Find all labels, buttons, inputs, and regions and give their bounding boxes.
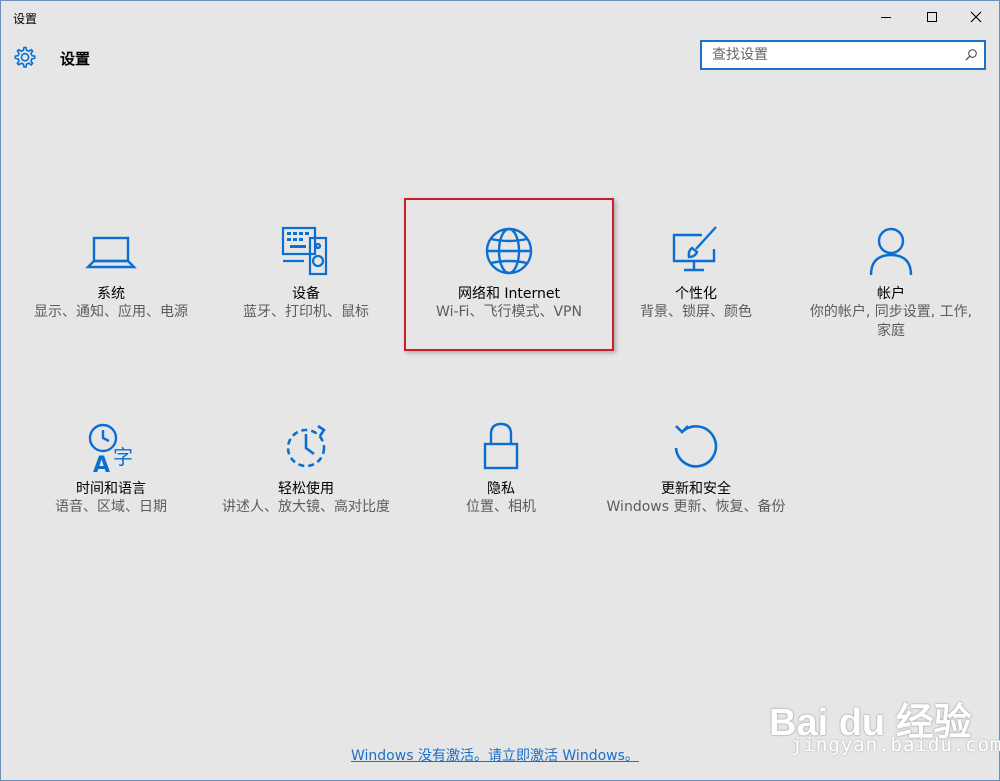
time-language-icon: A 字 [88, 423, 133, 476]
page-title: 设置 [60, 50, 91, 68]
tile-system-name: 系统 [97, 286, 125, 302]
tile-network-name: 网络和 Internet [457, 286, 561, 302]
window-title: 设置 [13, 12, 38, 26]
tile-system[interactable]: 系统 显示、通知、应用、电源 [21, 221, 201, 322]
tile-network[interactable]: 网络和 Internet Wi-Fi、飞行模式、VPN [409, 221, 609, 322]
tile-ease-of-access[interactable]: 轻松使用 讲述人、放大镜、高对比度 [216, 416, 396, 517]
tile-personalization-desc: 背景、锁屏、颜色 [640, 304, 752, 320]
paint-monitor-icon [672, 226, 717, 272]
tile-network-desc: Wi-Fi、飞行模式、VPN [436, 304, 582, 320]
tile-accounts[interactable]: 帐户 你的帐户, 同步设置, 工作, 家庭 [801, 221, 981, 341]
tile-time-language[interactable]: A 字 时间和语言 语音、区域、日期 [21, 416, 201, 517]
svg-text:A: A [93, 453, 110, 476]
tile-time-language-desc: 语音、区域、日期 [55, 499, 167, 515]
lock-icon [483, 422, 519, 470]
tile-update-security-desc: Windows 更新、恢复、备份 [606, 499, 786, 515]
search-box[interactable] [700, 40, 986, 70]
tile-devices[interactable]: 设备 蓝牙、打印机、鼠标 [216, 221, 396, 322]
tile-time-language-name: 时间和语言 [76, 481, 146, 497]
tile-accounts-desc: 你的帐户, 同步设置, 工作, 家庭 [809, 304, 973, 339]
minimize-icon [881, 17, 891, 18]
watermark-url: jingyan.baidu.com [791, 734, 1000, 756]
maximize-button[interactable] [909, 1, 955, 33]
tile-privacy[interactable]: 隐私 位置、相机 [411, 416, 591, 517]
tile-system-desc: 显示、通知、应用、电源 [34, 304, 188, 320]
svg-text:字: 字 [113, 445, 133, 469]
minimize-button[interactable] [863, 1, 909, 33]
settings-window: 设置 设置 系统 显示、通知、应用、电源 [0, 0, 1000, 781]
close-button[interactable] [953, 1, 999, 33]
activate-windows-link[interactable]: Windows 没有激活。请立即激活 Windows。 [351, 745, 639, 765]
tile-accounts-name: 帐户 [877, 286, 905, 302]
tile-personalization-name: 个性化 [675, 286, 717, 302]
laptop-icon [85, 236, 137, 269]
tile-devices-desc: 蓝牙、打印机、鼠标 [243, 304, 369, 320]
close-icon [970, 11, 982, 23]
tile-devices-name: 设备 [292, 286, 320, 302]
tile-update-security[interactable]: 更新和安全 Windows 更新、恢复、备份 [606, 416, 786, 517]
tile-privacy-name: 隐私 [487, 481, 515, 497]
globe-icon [485, 227, 533, 275]
title-bar[interactable]: 设置 [1, 1, 999, 33]
tile-personalization[interactable]: 个性化 背景、锁屏、颜色 [606, 221, 786, 322]
refresh-icon [674, 425, 718, 468]
tile-update-security-name: 更新和安全 [661, 481, 731, 497]
ease-of-access-icon [286, 424, 326, 468]
tile-ease-of-access-desc: 讲述人、放大镜、高对比度 [222, 499, 390, 515]
maximize-icon [927, 12, 937, 22]
tile-privacy-desc: 位置、相机 [466, 499, 536, 515]
person-icon [869, 227, 913, 276]
gear-icon [14, 46, 36, 68]
keyboard-speaker-icon [281, 226, 328, 276]
tile-ease-of-access-name: 轻松使用 [278, 481, 334, 497]
search-icon[interactable] [964, 48, 978, 62]
search-input[interactable] [702, 42, 972, 68]
